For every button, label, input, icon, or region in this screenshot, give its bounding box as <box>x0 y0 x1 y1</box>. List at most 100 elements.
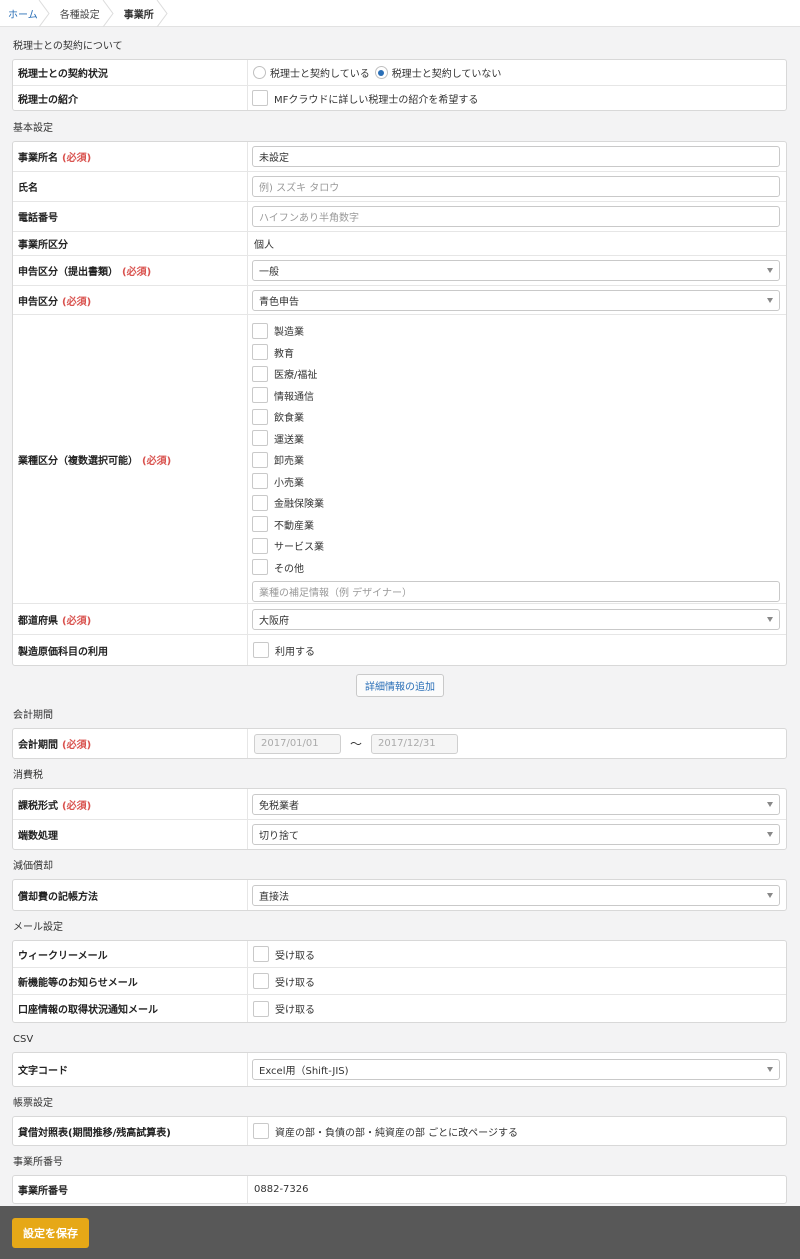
ledger-option: 資産の部・負債の部・純資産の部 ごとに改ページする <box>248 1117 786 1145</box>
industry-label: 業種区分（複数選択可能） (必須) <box>13 315 248 603</box>
industry-item-label: サービス業 <box>274 542 324 554</box>
filing-type-select[interactable]: 青色申告 <box>252 289 780 311</box>
mfg-cost-checkbox[interactable] <box>253 642 269 658</box>
industry-item-label: 運送業 <box>274 434 304 446</box>
industry-checkbox[interactable] <box>252 473 268 490</box>
filing-doc-label-text: 申告区分（提出書類） <box>18 267 118 278</box>
add-detail-button[interactable]: 詳細情報の追加 <box>356 674 444 697</box>
tax-method-value: 免税業者 <box>259 800 299 812</box>
industry-item-label: 不動産業 <box>274 520 314 532</box>
industry-item[interactable]: 運送業 <box>252 428 780 450</box>
rounding-select[interactable]: 切り捨て <box>252 824 780 845</box>
industry-item[interactable]: 飲食業 <box>252 406 780 428</box>
chevron-down-icon <box>767 616 773 622</box>
rounding-label: 端数処理 <box>13 820 248 849</box>
tax-card: 課税形式 (必須) 免税業者 端数処理 切り捨て <box>12 788 787 850</box>
intro-checkbox[interactable] <box>252 90 268 106</box>
industry-item-label: 製造業 <box>274 327 304 339</box>
radio-selected-dot <box>378 69 385 76</box>
period-label-text: 会計期間 <box>18 740 58 751</box>
radio-contract-no-label: 税理士と契約していない <box>391 69 502 80</box>
csv-encoding-select[interactable]: Excel用（Shift-JIS) <box>252 1059 780 1080</box>
breadcrumb-settings[interactable]: 各種設定 <box>50 0 114 27</box>
mail-news-label: 新機能等のお知らせメール <box>13 968 248 994</box>
mail-news-checkbox[interactable] <box>253 973 269 989</box>
contract-intro-row: 税理士の紹介 MFクラウドに詳しい税理士の紹介を希望する <box>13 86 786 110</box>
period-card: 会計期間 (必須) 2017/01/01 〜 2017/12/31 <box>12 728 787 759</box>
mail-news-option: 受け取る <box>248 968 786 994</box>
industry-checkbox[interactable] <box>252 408 268 425</box>
mail-account-checkbox[interactable] <box>253 1000 269 1017</box>
depreciation-select[interactable]: 直接法 <box>252 884 780 906</box>
phone-row: 電話番号 ハイフンあり半角数字 <box>13 202 786 232</box>
ledger-pagebreak-checkbox[interactable] <box>253 1123 269 1139</box>
contract-status-row: 税理士との契約状況 税理士と契約している 税理士と契約していない <box>13 60 786 86</box>
filing-type-row: 申告区分 (必須) 青色申告 <box>13 286 786 315</box>
industry-cell: 製造業 教育 医療/福祉 情報通信 飲食業 運送業 卸売業 小売業 金融保険業 … <box>248 315 786 603</box>
prefecture-label: 都道府県 (必須) <box>13 604 248 634</box>
phone-cell: ハイフンあり半角数字 <box>248 202 786 231</box>
industry-checkbox[interactable] <box>252 494 268 511</box>
rounding-value: 切り捨て <box>259 831 299 842</box>
name-input[interactable]: 例) スズキ タロウ <box>252 176 780 197</box>
section-title-contract: 税理士との契約について <box>13 41 123 52</box>
section-title-ledger: 帳票設定 <box>13 1098 53 1109</box>
period-cell: 2017/01/01 〜 2017/12/31 <box>248 729 786 758</box>
csv-cell: Excel用（Shift-JIS) <box>248 1053 786 1086</box>
settings-form: 税理士との契約について 税理士との契約状況 税理士と契約している 税理士と契約し… <box>0 40 800 1204</box>
filing-doc-value: 一般 <box>259 267 279 278</box>
breadcrumb-home[interactable]: ホーム <box>0 0 50 27</box>
industry-item[interactable]: 卸売業 <box>252 449 780 471</box>
industry-item-label: 金融保険業 <box>274 499 324 511</box>
industry-checkbox[interactable] <box>252 559 268 576</box>
industry-item-label: 教育 <box>274 348 294 360</box>
csv-encoding-value: Excel用（Shift-JIS) <box>259 1066 349 1077</box>
industry-item[interactable]: 医療/福祉 <box>252 363 780 385</box>
industry-checkbox[interactable] <box>252 430 268 447</box>
save-settings-button[interactable]: 設定を保存 <box>12 1218 89 1248</box>
depreciation-row: 償却費の記帳方法 直接法 <box>13 880 786 910</box>
required-badge: (必須) <box>62 800 92 812</box>
filing-doc-label: 申告区分（提出書類） (必須) <box>13 256 248 285</box>
industry-item[interactable]: 金融保険業 <box>252 492 780 514</box>
industry-item[interactable]: 製造業 <box>252 320 780 342</box>
chevron-down-icon <box>767 268 773 273</box>
radio-contract-no[interactable] <box>374 66 388 79</box>
industry-checkbox[interactable] <box>252 387 268 404</box>
industry-note-input[interactable]: 業種の補足情報（例 デザイナー） <box>252 581 780 602</box>
industry-item-label: 医療/福祉 <box>274 370 318 382</box>
office-name-row: 事業所名 (必須) 未設定 <box>13 142 786 172</box>
period-start-input[interactable]: 2017/01/01 <box>254 733 341 754</box>
industry-checkbox[interactable] <box>252 344 268 361</box>
industry-item[interactable]: サービス業 <box>252 535 780 557</box>
section-title-depreciation: 減価償却 <box>13 861 53 872</box>
prefecture-label-text: 都道府県 <box>18 615 58 627</box>
industry-checkbox[interactable] <box>252 537 268 554</box>
industry-item[interactable]: 情報通信 <box>252 385 780 407</box>
industry-item[interactable]: その他 <box>252 557 780 579</box>
depreciation-card: 償却費の記帳方法 直接法 <box>12 879 787 911</box>
office-number-value: 0882-7326 <box>254 1184 309 1195</box>
industry-checkbox[interactable] <box>252 451 268 468</box>
industry-item[interactable]: 不動産業 <box>252 514 780 536</box>
prefecture-select[interactable]: 大阪府 <box>252 608 780 630</box>
industry-item-label: 卸売業 <box>274 456 304 468</box>
phone-input[interactable]: ハイフンあり半角数字 <box>252 206 780 227</box>
chevron-right-icon <box>102 0 114 27</box>
period-end-input[interactable]: 2017/12/31 <box>371 733 459 754</box>
industry-item[interactable]: 教育 <box>252 342 780 364</box>
chevron-down-icon <box>767 832 773 837</box>
industry-checkbox[interactable] <box>252 365 268 382</box>
chevron-down-icon <box>767 297 773 303</box>
industry-item[interactable]: 小売業 <box>252 471 780 493</box>
filing-doc-select[interactable]: 一般 <box>252 260 780 281</box>
office-name-input[interactable]: 未設定 <box>252 146 780 167</box>
required-badge: (必須) <box>62 740 92 751</box>
industry-checkbox[interactable] <box>252 322 268 339</box>
tax-method-select[interactable]: 免税業者 <box>252 793 780 815</box>
breadcrumb-settings-label: 各種設定 <box>59 9 100 21</box>
industry-checkbox[interactable] <box>252 516 268 533</box>
radio-contract-yes[interactable] <box>253 66 266 79</box>
mail-account-row: 口座情報の取得状況通知メール 受け取る <box>13 995 786 1022</box>
mail-weekly-checkbox[interactable] <box>253 946 269 962</box>
